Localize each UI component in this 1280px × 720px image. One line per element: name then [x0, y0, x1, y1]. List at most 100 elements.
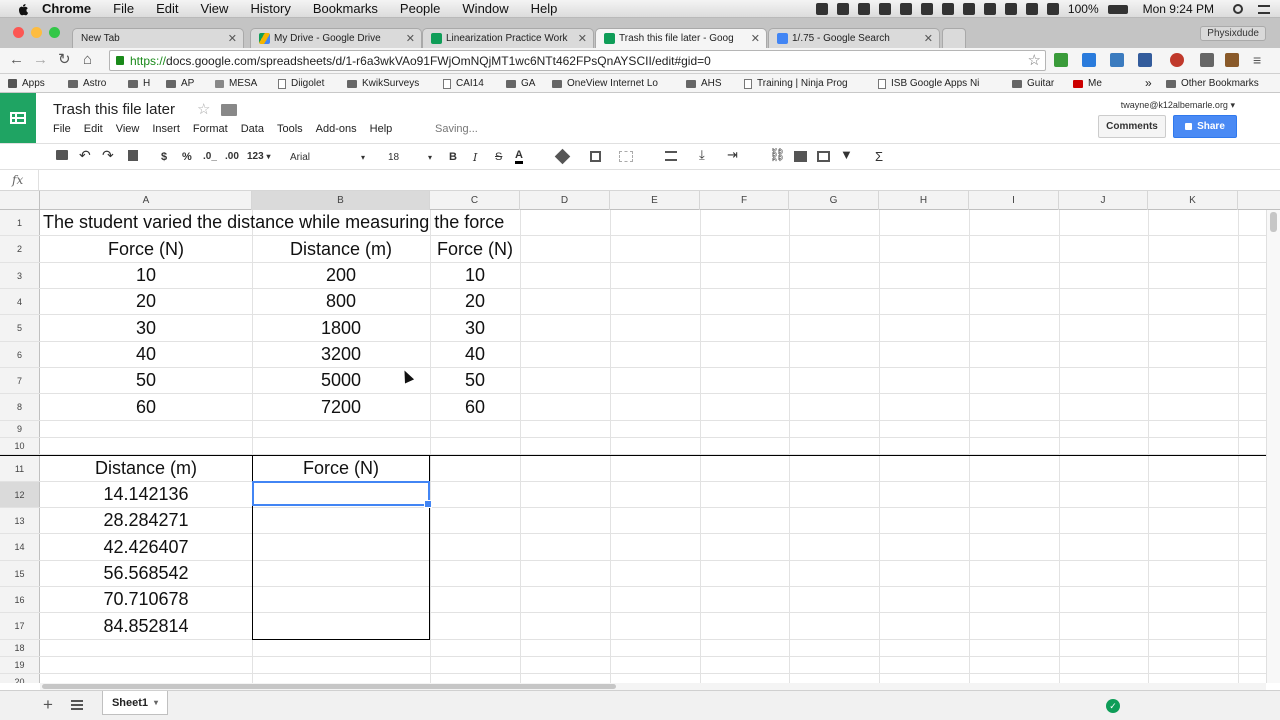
- filter-icon[interactable]: ▼: [840, 147, 853, 162]
- row-header[interactable]: 19: [0, 657, 40, 673]
- bookmark-h[interactable]: H: [128, 78, 150, 89]
- increase-decimal-button[interactable]: .00: [225, 151, 239, 162]
- home-icon[interactable]: ⌂: [83, 52, 92, 68]
- sheet-tab[interactable]: Sheet1 ▾: [102, 691, 168, 715]
- apple-icon[interactable]: [16, 2, 30, 16]
- row-header[interactable]: 15: [0, 561, 40, 586]
- bookmark-diigolet[interactable]: Diigolet: [278, 78, 324, 89]
- minimize-window-button[interactable]: [31, 27, 42, 38]
- cell-a7[interactable]: 50: [40, 368, 252, 393]
- font-family-select[interactable]: Arial ▾: [285, 149, 365, 165]
- column-header-b[interactable]: B: [252, 191, 430, 210]
- status-user-icon[interactable]: [815, 3, 828, 15]
- chrome-menu-icon[interactable]: ≡: [1253, 52, 1261, 68]
- cell-c3[interactable]: 10: [430, 263, 520, 288]
- extension-docs-icon[interactable]: [1082, 53, 1096, 67]
- column-header-i[interactable]: I: [969, 191, 1059, 210]
- select-all-corner[interactable]: [0, 191, 40, 210]
- tab-close-icon[interactable]: ✕: [406, 32, 415, 45]
- cell-a2[interactable]: Force (N): [40, 236, 252, 262]
- menubar-people[interactable]: People: [400, 1, 440, 16]
- menu-tools[interactable]: Tools: [277, 123, 303, 135]
- row-header[interactable]: 3: [0, 263, 40, 288]
- column-header-d[interactable]: D: [520, 191, 610, 210]
- strikethrough-button[interactable]: S: [495, 151, 502, 163]
- row-header[interactable]: 13: [0, 508, 40, 533]
- insert-link-icon[interactable]: ⛓: [769, 147, 786, 163]
- status-bluetooth-icon[interactable]: [1004, 3, 1017, 15]
- extension-bag-icon[interactable]: [1225, 53, 1239, 67]
- chevron-down-icon[interactable]: ▾: [154, 698, 158, 707]
- tab-google-search[interactable]: 1/.75 - Google Search ✕: [768, 28, 940, 48]
- menu-file[interactable]: File: [53, 123, 71, 135]
- merge-cells-icon[interactable]: [619, 151, 633, 162]
- more-formats-button[interactable]: 123 ▾: [247, 151, 270, 162]
- cell-c6[interactable]: 40: [430, 342, 520, 367]
- menu-help[interactable]: Help: [370, 123, 393, 135]
- cell-b6[interactable]: 3200: [252, 342, 430, 367]
- column-header-c[interactable]: C: [430, 191, 520, 210]
- cell-grid[interactable]: 1 The student varied the distance while …: [0, 210, 1266, 683]
- forward-arrow-icon[interactable]: →: [33, 52, 48, 68]
- row-header[interactable]: 9: [0, 421, 40, 437]
- add-sheet-button[interactable]: +: [43, 695, 53, 715]
- cell-c4[interactable]: 20: [430, 289, 520, 314]
- menubar-help[interactable]: Help: [531, 1, 558, 16]
- row-header[interactable]: 18: [0, 640, 40, 656]
- close-window-button[interactable]: [13, 27, 24, 38]
- bookmark-me[interactable]: Me: [1073, 78, 1102, 89]
- bookmark-guitar[interactable]: Guitar: [1012, 78, 1054, 89]
- row-header[interactable]: 14: [0, 534, 40, 560]
- new-tab-button[interactable]: [942, 28, 966, 48]
- notification-center-icon[interactable]: [1258, 4, 1270, 14]
- cell-a6[interactable]: 40: [40, 342, 252, 367]
- column-header-h[interactable]: H: [879, 191, 969, 210]
- folder-icon[interactable]: [221, 104, 237, 116]
- column-header-k[interactable]: K: [1148, 191, 1238, 210]
- extension-doc-icon[interactable]: [1138, 53, 1152, 67]
- status-evernote-icon[interactable]: [920, 3, 933, 15]
- status-cloud-icon[interactable]: [878, 3, 891, 15]
- profile-button[interactable]: Physixdude: [1200, 26, 1266, 41]
- tab-close-icon[interactable]: ✕: [751, 32, 760, 45]
- tab-my-drive[interactable]: My Drive - Google Drive ✕: [250, 28, 422, 48]
- battery-percent[interactable]: 100%: [1068, 2, 1099, 16]
- format-currency-button[interactable]: $: [161, 151, 167, 163]
- paint-format-icon[interactable]: [128, 150, 138, 161]
- cell-b8[interactable]: 7200: [252, 394, 430, 420]
- cell-c8[interactable]: 60: [430, 394, 520, 420]
- bookmark-ap[interactable]: AP: [166, 78, 194, 89]
- vertical-scroll-thumb[interactable]: [1270, 212, 1277, 232]
- borders-icon[interactable]: [590, 151, 601, 162]
- redo-icon[interactable]: ↷: [102, 147, 114, 164]
- menubar-window[interactable]: Window: [462, 1, 508, 16]
- menubar-clock[interactable]: Mon 9:24 PM: [1143, 2, 1214, 16]
- menubar-app-name[interactable]: Chrome: [42, 1, 91, 16]
- status-record-icon[interactable]: [899, 3, 912, 15]
- menubar-file[interactable]: File: [113, 1, 134, 16]
- cell-b2[interactable]: Distance (m): [252, 236, 430, 262]
- cell-b11[interactable]: Force (N): [252, 456, 430, 481]
- bookmark-ahs[interactable]: AHS: [686, 78, 722, 89]
- status-dropbox-icon[interactable]: [836, 3, 849, 15]
- horizontal-scrollbar[interactable]: [40, 683, 1266, 690]
- menubar-bookmarks[interactable]: Bookmarks: [313, 1, 378, 16]
- tab-new-tab[interactable]: New Tab ✕: [72, 28, 244, 48]
- document-title[interactable]: Trash this file later: [53, 101, 175, 118]
- bookmark-astro[interactable]: Astro: [68, 78, 106, 89]
- print-icon[interactable]: [56, 150, 68, 160]
- all-sheets-menu-icon[interactable]: [71, 700, 83, 710]
- format-percent-button[interactable]: %: [182, 151, 192, 163]
- row-header[interactable]: 2: [0, 236, 40, 262]
- cell-a5[interactable]: 30: [40, 315, 252, 341]
- cell-a12[interactable]: 14.142136: [40, 482, 252, 507]
- cell-a14[interactable]: 42.426407: [40, 534, 252, 560]
- row-header[interactable]: 6: [0, 342, 40, 367]
- extension-adblock-icon[interactable]: [1170, 53, 1184, 67]
- column-header-g[interactable]: G: [789, 191, 879, 210]
- insert-chart-icon[interactable]: [817, 151, 830, 162]
- tab-linearization[interactable]: Linearization Practice Work ✕: [422, 28, 594, 48]
- row-header[interactable]: 16: [0, 587, 40, 612]
- cell-a11[interactable]: Distance (m): [40, 456, 252, 481]
- bookmark-mesa[interactable]: MESA: [215, 78, 257, 89]
